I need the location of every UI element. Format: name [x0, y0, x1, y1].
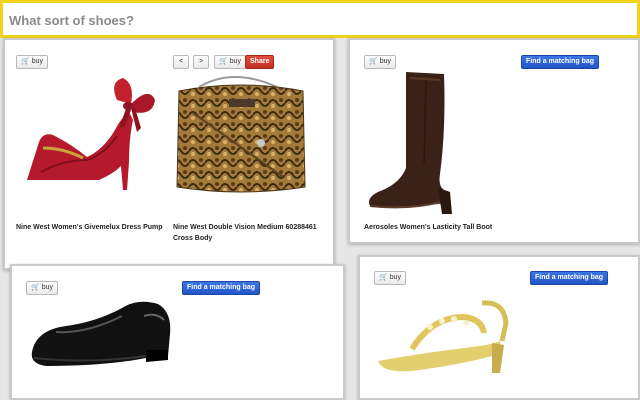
product-name[interactable]: Aerosoles Women's Lasticity Tall Boot: [364, 222, 492, 233]
search-input[interactable]: [9, 9, 629, 31]
product-name[interactable]: Nine West Women's Givemelux Dress Pump: [16, 222, 163, 233]
brown-tall-boot-image[interactable]: [360, 68, 470, 218]
shopping-cart-icon: 🛒: [21, 58, 30, 65]
product-card-sandal: 🛒 buy Find a matching bag: [358, 255, 640, 400]
black-patent-loafer-image[interactable]: [26, 294, 181, 374]
shopping-cart-icon: 🛒: [219, 58, 228, 65]
buy-button[interactable]: 🛒 buy: [26, 281, 59, 295]
shopping-cart-icon: 🛒: [31, 284, 40, 291]
find-matching-bag-button[interactable]: Find a matching bag: [182, 281, 261, 295]
product-card-pump: 🛒 buy < > 🛒 buy Share Nine West Women's …: [3, 38, 335, 270]
product-card-boot: 🛒 buy Find a matching bag Aerosoles Women…: [348, 38, 640, 244]
product-name-bag[interactable]: Nine West Double Vision Medium 60288461 …: [173, 222, 317, 244]
chevron-right-icon: >: [198, 58, 204, 65]
snakeskin-cross-body-bag-image[interactable]: [173, 73, 308, 198]
share-button[interactable]: Share: [245, 55, 275, 69]
product-card-loafer: 🛒 buy Find a matching bag: [10, 264, 345, 400]
gold-jeweled-sandal-image[interactable]: [372, 283, 517, 378]
next-bag-button[interactable]: >: [193, 55, 209, 69]
find-matching-bag-button[interactable]: Find a matching bag: [530, 271, 609, 285]
search-bar: [0, 0, 640, 38]
shopping-cart-icon: 🛒: [369, 58, 378, 65]
previous-bag-button[interactable]: <: [173, 55, 189, 69]
red-dress-pump-image[interactable]: [13, 68, 163, 198]
buy-bag-button[interactable]: 🛒 buy: [214, 55, 247, 69]
buy-button[interactable]: 🛒 buy: [364, 55, 397, 69]
find-matching-bag-button[interactable]: Find a matching bag: [521, 55, 600, 69]
chevron-left-icon: <: [178, 58, 184, 65]
buy-button[interactable]: 🛒 buy: [16, 55, 49, 69]
